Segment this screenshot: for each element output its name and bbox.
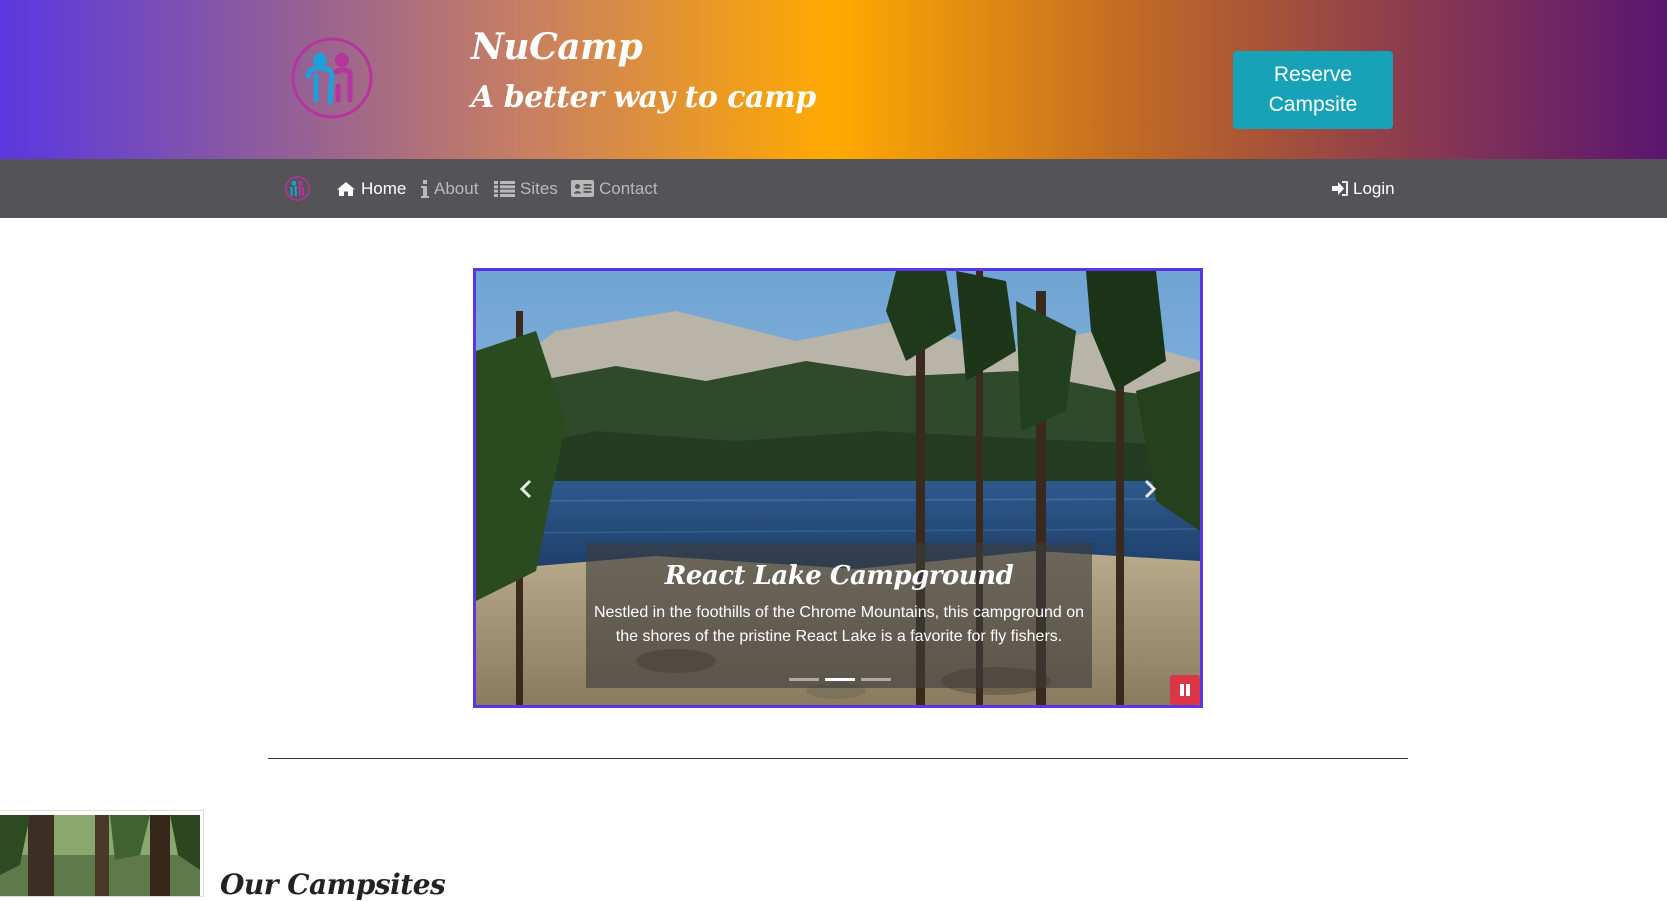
carousel-next-button[interactable] [1130, 471, 1170, 511]
site-tagline: A better way to camp [471, 80, 816, 115]
navbar-logo[interactable] [285, 176, 310, 201]
carousel-indicator-3[interactable] [861, 678, 891, 681]
nav-about-label: About [434, 178, 479, 198]
nav-item-home[interactable]: Home [336, 159, 406, 218]
info-icon [421, 179, 429, 198]
main-navbar: Home About Sites Contact Login [0, 159, 1667, 218]
login-button[interactable]: Login [1332, 159, 1395, 218]
list-icon [494, 180, 515, 197]
carousel-pause-button[interactable] [1170, 675, 1200, 705]
reserve-campsite-button[interactable]: Reserve Campsite [1233, 51, 1393, 129]
pause-icon [1179, 681, 1191, 700]
nucamp-logo [291, 37, 373, 119]
campsite-thumbnail [0, 810, 204, 897]
nav-item-sites[interactable]: Sites [494, 159, 558, 218]
nav-item-about[interactable]: About [421, 159, 478, 218]
header-jumbotron: NuCamp A better way to camp Reserve Camp… [0, 0, 1667, 159]
chevron-left-icon [519, 479, 533, 503]
carousel-indicator-2[interactable] [825, 678, 855, 681]
section-title: Our Campsites [220, 868, 446, 901]
carousel-indicator-1[interactable] [789, 678, 819, 681]
sign-in-icon [1332, 181, 1348, 196]
nav-home-label: Home [361, 178, 407, 198]
section-divider [268, 758, 1408, 759]
nav-item-contact[interactable]: Contact [571, 159, 658, 218]
site-title: NuCamp [471, 26, 643, 68]
carousel-caption-text: Nestled in the foothills of the Chrome M… [593, 604, 1085, 645]
nav-sites-label: Sites [520, 178, 558, 198]
campsite-carousel: React Lake Campground Nestled in the foo… [473, 268, 1203, 708]
carousel-indicators [789, 678, 891, 681]
carousel-prev-button[interactable] [506, 471, 546, 511]
carousel-caption: React Lake Campground Nestled in the foo… [586, 543, 1092, 688]
forest-image [0, 815, 200, 896]
chevron-right-icon [1143, 479, 1157, 503]
carousel-caption-title: React Lake Campground [664, 561, 1014, 591]
login-label: Login [1353, 178, 1395, 198]
address-card-icon [571, 180, 594, 197]
home-icon [336, 181, 356, 197]
nav-contact-label: Contact [599, 178, 658, 198]
